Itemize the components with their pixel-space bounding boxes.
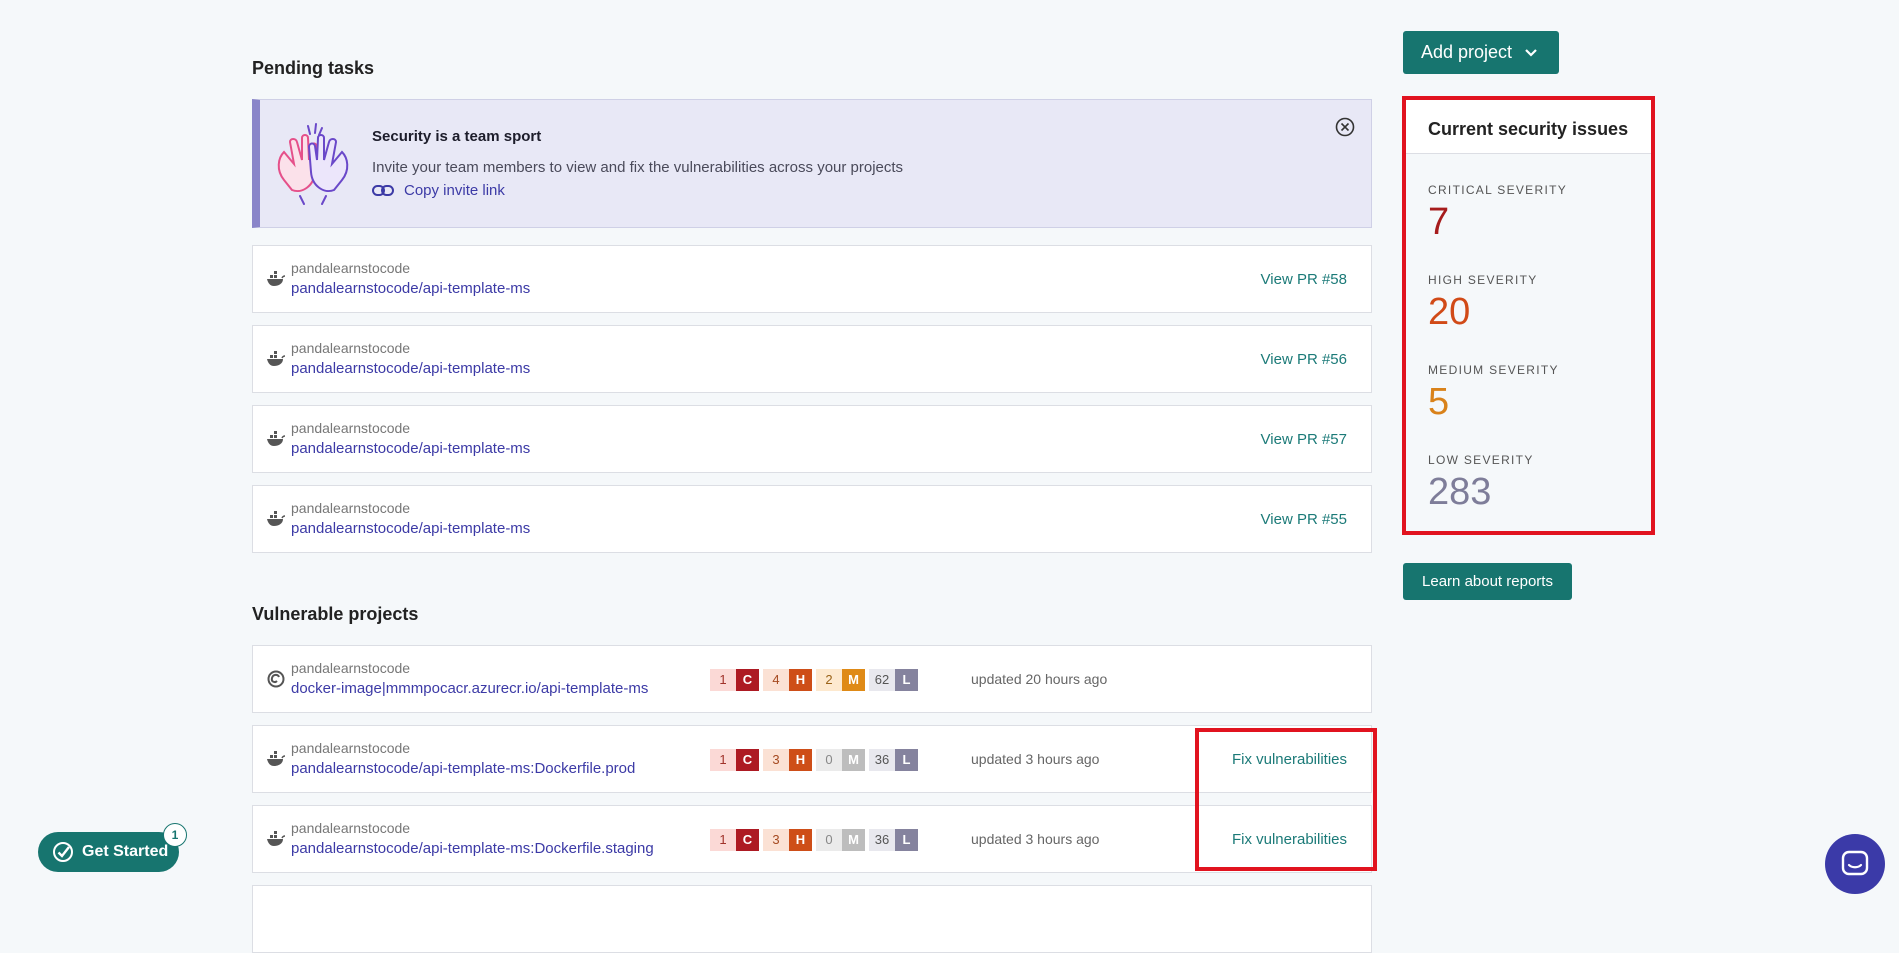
vulnerable-project-row: pandalearnstocode docker-image|mmmpocacr…	[252, 645, 1372, 713]
project-org: pandalearnstocode	[291, 660, 411, 676]
fix-vulnerabilities-link[interactable]: Fix vulnerabilities	[1232, 751, 1347, 768]
get-started-button[interactable]: Get Started	[38, 832, 179, 872]
chat-launcher-button[interactable]	[1825, 834, 1885, 894]
add-project-label: Add project	[1421, 42, 1513, 62]
severity-badges: 1C 3H 0M 36 L	[710, 829, 922, 851]
docker-icon	[267, 351, 286, 366]
project-link[interactable]: pandalearnstocode/api-template-ms:Docker…	[291, 840, 654, 857]
low-severity-value: 283	[1428, 471, 1492, 513]
high-count-badge: 4H	[763, 669, 812, 691]
high-five-icon	[277, 123, 349, 205]
high-severity-value: 20	[1428, 291, 1471, 333]
view-pr-link[interactable]: View PR #55	[1261, 511, 1347, 528]
project-org: pandalearnstocode	[291, 500, 411, 516]
team-invite-banner: Security is a team sport Invite your tea…	[252, 99, 1372, 228]
project-org: pandalearnstocode	[291, 260, 411, 276]
pending-task-row: pandalearnstocode pandalearnstocode/api-…	[252, 325, 1372, 393]
debian-icon	[267, 670, 285, 688]
view-pr-link[interactable]: View PR #57	[1261, 431, 1347, 448]
docker-icon	[267, 751, 286, 766]
severity-badges: 1C 4H 2M 62 L	[710, 669, 922, 691]
vulnerable-project-row	[252, 885, 1372, 953]
high-severity-stat: HIGH SEVERITY 20	[1428, 273, 1538, 334]
critical-severity-value: 7	[1428, 201, 1450, 243]
medium-severity-label: MEDIUM SEVERITY	[1428, 363, 1559, 377]
copy-invite-link-label: Copy invite link	[404, 182, 505, 199]
critical-count-badge: 1C	[710, 669, 759, 691]
docker-icon	[267, 831, 286, 846]
docker-icon	[267, 271, 286, 286]
project-link[interactable]: pandalearnstocode/api-template-ms:Docker…	[291, 760, 635, 777]
low-count-badge: 62 L	[869, 669, 918, 691]
pending-task-row: pandalearnstocode pandalearnstocode/api-…	[252, 245, 1372, 313]
security-issues-panel: Current security issues CRITICAL SEVERIT…	[1404, 99, 1652, 534]
updated-time: updated 3 hours ago	[971, 831, 1100, 847]
severity-badges: 1C 3H 0M 36 L	[710, 749, 922, 771]
view-pr-link[interactable]: View PR #58	[1261, 271, 1347, 288]
project-link[interactable]: pandalearnstocode/api-template-ms	[291, 360, 530, 377]
high-count-badge: 3H	[763, 749, 812, 771]
vulnerable-project-row: pandalearnstocode pandalearnstocode/api-…	[252, 805, 1372, 873]
medium-count-badge: 0M	[816, 829, 865, 851]
project-org: pandalearnstocode	[291, 820, 411, 836]
critical-severity-label: CRITICAL SEVERITY	[1428, 183, 1568, 197]
copy-invite-link[interactable]: Copy invite link	[372, 182, 505, 199]
high-severity-label: HIGH SEVERITY	[1428, 273, 1538, 287]
close-circle-icon[interactable]	[1335, 117, 1355, 137]
updated-time: updated 3 hours ago	[971, 751, 1100, 767]
docker-icon	[267, 511, 286, 526]
chevron-down-icon	[1525, 49, 1537, 57]
medium-severity-value: 5	[1428, 381, 1450, 423]
medium-count-badge: 0M	[816, 749, 865, 771]
low-count-badge: 36 L	[869, 829, 918, 851]
security-issues-title: Current security issues	[1405, 100, 1651, 154]
critical-count-badge: 1C	[710, 829, 759, 851]
banner-text: Invite your team members to view and fix…	[372, 159, 904, 176]
project-link[interactable]: pandalearnstocode/api-template-ms	[291, 520, 530, 537]
high-count-badge: 3H	[763, 829, 812, 851]
medium-count-badge: 2M	[816, 669, 865, 691]
project-org: pandalearnstocode	[291, 420, 411, 436]
low-count-badge: 36 L	[869, 749, 918, 771]
chat-icon	[1841, 850, 1869, 876]
add-project-button[interactable]: Add project	[1403, 31, 1559, 74]
banner-title: Security is a team sport	[372, 128, 542, 145]
get-started-label: Get Started	[82, 843, 169, 860]
project-org: pandalearnstocode	[291, 340, 411, 356]
medium-severity-stat: MEDIUM SEVERITY 5	[1428, 363, 1559, 424]
low-severity-label: LOW SEVERITY	[1428, 453, 1534, 467]
view-pr-link[interactable]: View PR #56	[1261, 351, 1347, 368]
pending-task-row: pandalearnstocode pandalearnstocode/api-…	[252, 405, 1372, 473]
project-link[interactable]: docker-image|mmmpocacr.azurecr.io/api-te…	[291, 680, 648, 697]
vulnerable-projects-title: Vulnerable projects	[252, 604, 419, 624]
get-started-count-badge: 1	[163, 823, 187, 847]
docker-icon	[267, 431, 286, 446]
critical-count-badge: 1C	[710, 749, 759, 771]
project-org: pandalearnstocode	[291, 740, 411, 756]
pending-task-row: pandalearnstocode pandalearnstocode/api-…	[252, 485, 1372, 553]
check-badge-icon	[53, 842, 73, 862]
project-link[interactable]: pandalearnstocode/api-template-ms	[291, 440, 530, 457]
learn-about-reports-button[interactable]: Learn about reports	[1403, 563, 1572, 600]
updated-time: updated 20 hours ago	[971, 671, 1108, 687]
project-link[interactable]: pandalearnstocode/api-template-ms	[291, 280, 530, 297]
pending-tasks-title: Pending tasks	[252, 58, 375, 78]
fix-vulnerabilities-link[interactable]: Fix vulnerabilities	[1232, 831, 1347, 848]
vulnerable-project-row: pandalearnstocode pandalearnstocode/api-…	[252, 725, 1372, 793]
link-icon	[372, 184, 394, 196]
critical-severity-stat: CRITICAL SEVERITY 7	[1428, 183, 1567, 244]
low-severity-stat: LOW SEVERITY 283	[1428, 453, 1534, 514]
